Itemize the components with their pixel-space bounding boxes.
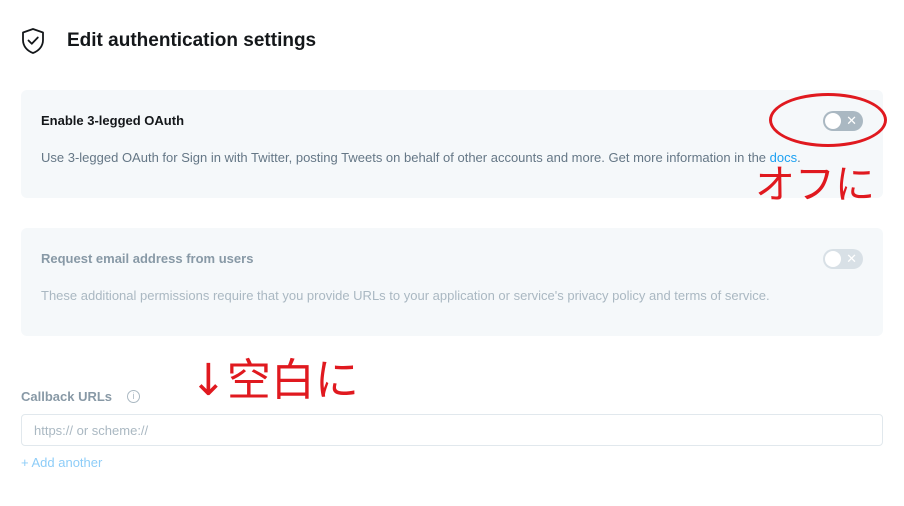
oauth-title: Enable 3-legged OAuth <box>41 113 185 128</box>
callback-label: Callback URLs i <box>21 389 141 404</box>
email-toggle[interactable]: ✕ <box>823 249 863 269</box>
annotation-off-note: オフに <box>755 162 875 208</box>
email-title: Request email address from users <box>41 251 254 266</box>
toggle-knob <box>825 251 841 267</box>
page-title: Edit authentication settings <box>67 30 317 51</box>
annotation-blank-note: ↓空白に <box>190 355 359 406</box>
shield-check-icon <box>20 27 46 55</box>
callback-label-text: Callback URLs <box>21 389 113 404</box>
oauth-card: Enable 3-legged OAuth ✕ Use 3-legged OAu… <box>21 90 883 198</box>
email-card: Request email address from users ✕ These… <box>21 228 883 336</box>
annotation-circle <box>769 93 887 147</box>
close-icon: ✕ <box>846 251 857 266</box>
page-header: Edit authentication settings <box>20 26 316 56</box>
oauth-description-text: Use 3-legged OAuth for Sign in with Twit… <box>41 150 770 165</box>
oauth-description: Use 3-legged OAuth for Sign in with Twit… <box>41 150 801 165</box>
callback-url-input[interactable] <box>21 414 883 446</box>
add-another-link[interactable]: + Add another <box>21 455 102 470</box>
email-description: These additional permissions require tha… <box>41 288 770 303</box>
info-icon[interactable]: i <box>127 390 141 403</box>
